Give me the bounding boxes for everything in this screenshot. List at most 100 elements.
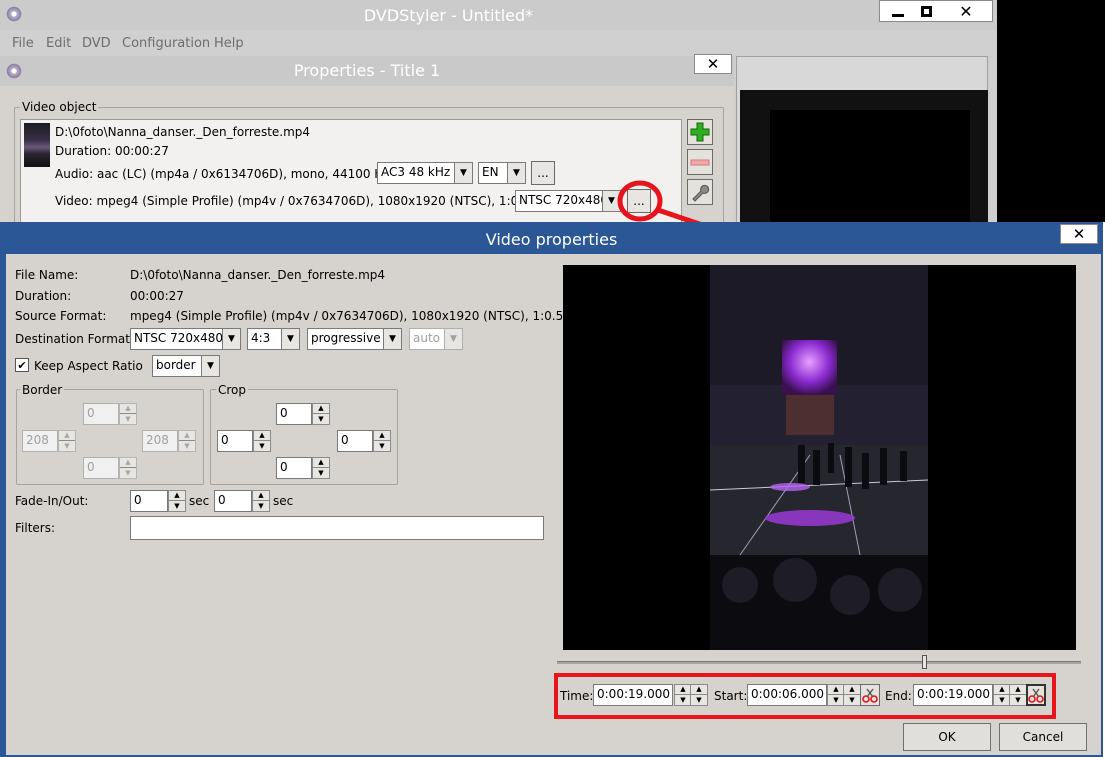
fade-in-spinner[interactable]: ▲ ▼ (168, 490, 186, 512)
crop-left-input[interactable]: 0 (217, 430, 253, 452)
border-top-spinner[interactable]: ▲ ▼ (119, 403, 137, 425)
start-label: Start: (714, 689, 748, 703)
crop-top-input[interactable]: 0 (276, 403, 312, 425)
chevron-down-icon: ▼ (222, 329, 240, 349)
close-main-button[interactable]: ✕ (940, 1, 992, 21)
fade-out-input[interactable]: 0 (214, 490, 252, 512)
main-title: DVDStyler - Untitled* (363, 6, 534, 25)
time-label: Time: (560, 689, 594, 703)
chevron-down-icon: ▼ (444, 329, 462, 349)
fade-in-input[interactable]: 0 (130, 490, 168, 512)
destination-format-label: Destination Format: (15, 332, 135, 346)
crop-right-spinner[interactable]: ▲ ▼ (373, 430, 391, 452)
menu-help[interactable]: Help (214, 36, 244, 51)
video-frame (710, 265, 928, 650)
video-file-path: D:\0foto\Nanna_danser._Den_forreste.mp4 (55, 125, 311, 139)
filters-input[interactable] (130, 516, 544, 540)
video-props-titlebar: Video properties (0, 222, 1103, 256)
border-bottom-input[interactable]: 0 (83, 457, 119, 479)
end-second-spinner[interactable]: ▲ ▼ (1009, 684, 1027, 706)
fade-in-unit: sec (189, 494, 210, 508)
menu-edit[interactable]: Edit (46, 36, 71, 51)
title-props-close-button[interactable]: ✕ (694, 54, 732, 74)
start-second-spinner[interactable]: ▲ ▼ (843, 684, 861, 706)
keep-aspect-checkbox[interactable]: ✔ (15, 358, 29, 372)
scissors-icon (1028, 688, 1044, 703)
source-format-value: mpeg4 (Simple Profile) (mp4v / 0x7634706… (130, 309, 571, 323)
field-order-select[interactable]: auto ▼ (409, 328, 463, 350)
border-bottom-spinner[interactable]: ▲ ▼ (119, 457, 137, 479)
audio-format-select[interactable]: AC3 48 kHz ▼ (377, 162, 473, 184)
main-menubar: File Edit DVD Configuration Help (0, 30, 997, 56)
video-duration: Duration: 00:00:27 (55, 144, 169, 158)
end-input[interactable]: 0:00:19.000 (913, 684, 993, 706)
video-object-list: D:\0foto\Nanna_danser._Den_forreste.mp4 … (20, 119, 682, 223)
set-end-button[interactable] (1026, 684, 1046, 706)
audio-settings-button[interactable]: ... (531, 161, 555, 185)
fade-label: Fade-In/Out: (15, 494, 89, 508)
crop-top-spinner[interactable]: ▲ ▼ (312, 403, 330, 425)
crop-bottom-spinner[interactable]: ▲ ▼ (312, 457, 330, 479)
desktop-black-strip (997, 0, 1105, 222)
minus-icon (690, 159, 710, 166)
plus-icon (690, 122, 710, 142)
time-input[interactable]: 0:00:19.000 (593, 684, 673, 706)
title-props-title: Properties - Title 1 (293, 61, 441, 80)
title-props-titlebar: Properties - Title 1 (0, 56, 734, 86)
duration-value: 00:00:27 (130, 289, 184, 303)
end-label: End: (885, 689, 912, 703)
aspect-ratio-select[interactable]: 4:3 ▼ (247, 328, 300, 350)
chevron-down-icon: ▼ (454, 163, 472, 183)
scan-mode-select[interactable]: progressive ▼ (307, 328, 402, 350)
video-info: Video: mpeg4 (Simple Profile) (mp4v / 0x… (55, 194, 538, 208)
border-group-label: Border (20, 383, 65, 397)
main-titlebar: DVDStyler - Untitled* (0, 0, 997, 30)
destination-format-select[interactable]: NTSC 720x480 ▼ (130, 328, 241, 350)
file-name-label: File Name: (15, 268, 79, 282)
time-second-spinner[interactable]: ▲ ▼ (690, 684, 708, 706)
close-icon: ✕ (1072, 225, 1086, 243)
video-thumbnail (24, 123, 50, 167)
add-button[interactable] (687, 119, 713, 145)
video-props-close-button[interactable]: ✕ (1060, 224, 1098, 244)
menu-configuration[interactable]: Configuration (122, 36, 210, 51)
minimize-button[interactable] (884, 1, 912, 21)
set-start-button[interactable] (860, 684, 880, 706)
menu-dvd[interactable]: DVD (82, 36, 111, 51)
video-props-title: Video properties (485, 230, 618, 249)
main-preview-canvas (770, 110, 970, 226)
border-left-spinner[interactable]: ▲ ▼ (58, 430, 76, 452)
duration-label: Duration: (15, 289, 72, 303)
keep-aspect-label: Keep Aspect Ratio (34, 359, 143, 373)
crop-group-label: Crop (216, 383, 249, 397)
seek-slider-thumb[interactable] (921, 655, 927, 669)
crop-right-input[interactable]: 0 (337, 430, 373, 452)
crop-left-spinner[interactable]: ▲ ▼ (253, 430, 271, 452)
filters-label: Filters: (15, 521, 56, 535)
cancel-button[interactable]: Cancel (999, 723, 1087, 751)
video-preview (563, 265, 1076, 650)
checkmark-icon: ✔ (17, 358, 27, 372)
fade-out-spinner[interactable]: ▲ ▼ (252, 490, 270, 512)
audio-info: Audio: aac (LC) (mp4a / 0x6134706D), mon… (55, 167, 390, 181)
maximize-button[interactable] (912, 1, 940, 21)
close-icon: ✕ (706, 55, 720, 73)
border-right-spinner[interactable]: ▲ ▼ (178, 430, 196, 452)
menu-file[interactable]: File (12, 36, 34, 51)
keep-aspect-mode-select[interactable]: border ▼ (152, 355, 220, 377)
border-top-input[interactable]: 0 (83, 403, 119, 425)
audio-language-select[interactable]: EN ▼ (478, 162, 526, 184)
chevron-down-icon: ▼ (383, 329, 401, 349)
start-input[interactable]: 0:00:06.000 (747, 684, 827, 706)
video-object-label: Video object (20, 100, 99, 114)
border-left-input[interactable]: 208 (22, 430, 58, 452)
chevron-down-icon: ▼ (507, 163, 525, 183)
scissors-icon (862, 688, 878, 703)
crop-bottom-input[interactable]: 0 (276, 457, 312, 479)
ok-button[interactable]: OK (903, 723, 991, 751)
source-format-label: Source Format: (15, 309, 107, 323)
border-right-input[interactable]: 208 (142, 430, 178, 452)
close-icon: ✕ (959, 1, 973, 21)
seek-slider-track[interactable] (557, 661, 1081, 664)
file-name-value: D:\0foto\Nanna_danser._Den_forreste.mp4 (130, 268, 386, 282)
